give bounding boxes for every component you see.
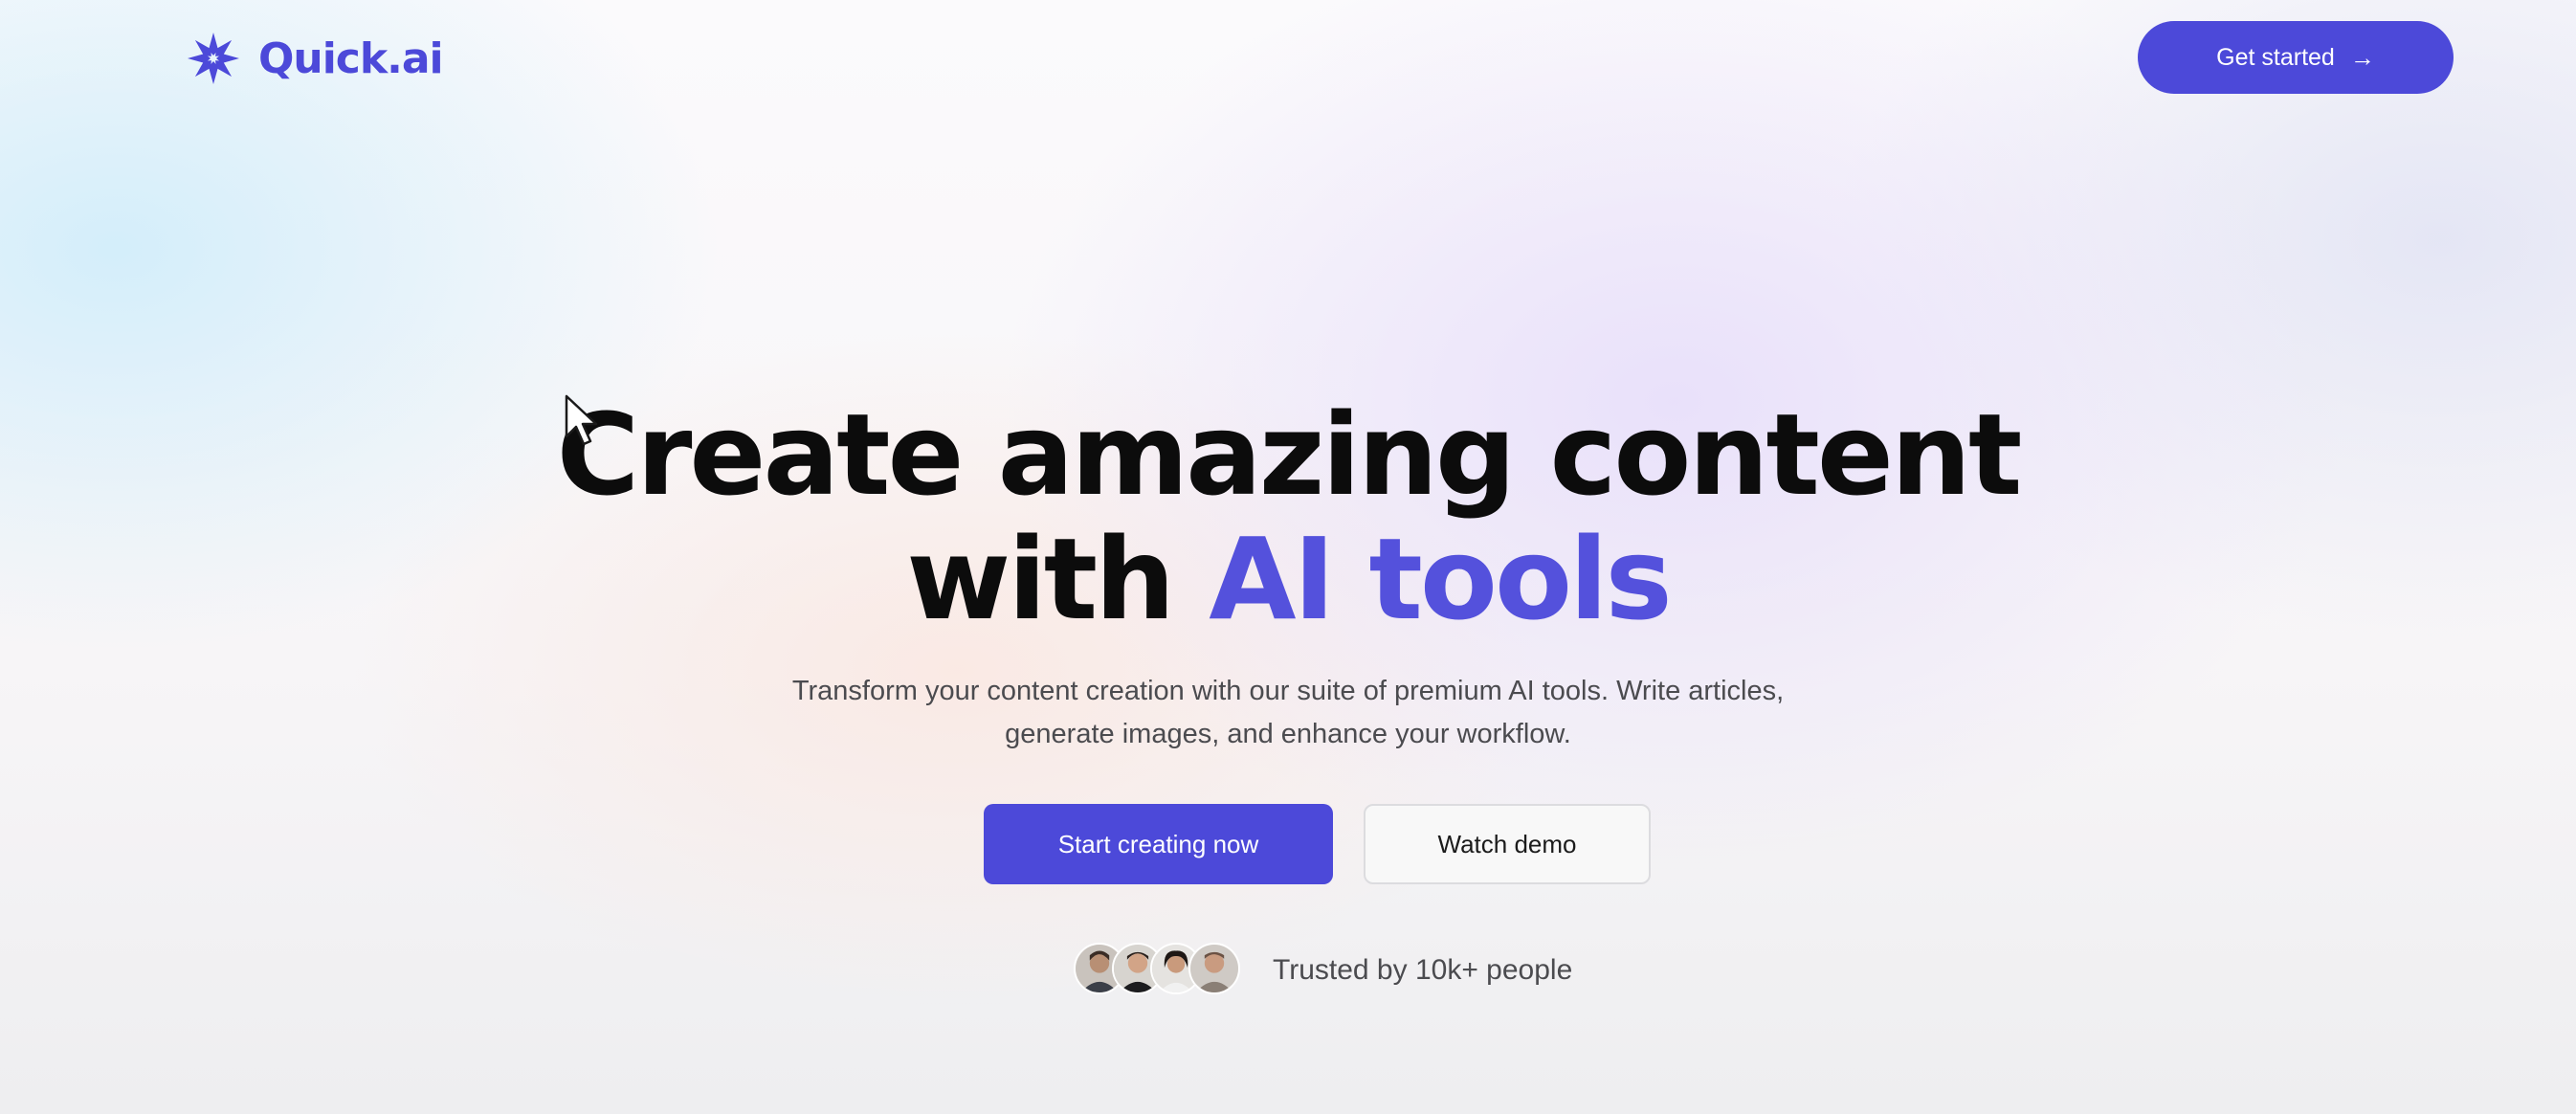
person-icon	[1190, 945, 1238, 992]
snowflake-icon	[188, 33, 239, 84]
logo[interactable]: Quick.ai	[182, 30, 444, 87]
mouse-cursor-icon	[565, 394, 598, 446]
avatar-group	[1074, 943, 1240, 998]
watch-demo-button[interactable]: Watch demo	[1364, 804, 1651, 884]
subtitle-line-2: generate images, and enhance your workfl…	[1005, 719, 1571, 749]
avatar	[1188, 943, 1240, 994]
headline-line-1: Create amazing content	[556, 389, 2023, 521]
get-started-button[interactable]: Get started →	[2138, 21, 2454, 94]
headline-highlight: AI tools	[1209, 513, 1673, 645]
trusted-text: Trusted by 10k+ people	[1273, 954, 1573, 986]
headline-prefix: with	[906, 513, 1175, 645]
arrow-right-icon: →	[2349, 43, 2375, 72]
hero-subtitle: Transform your content creation with our…	[0, 670, 2576, 756]
headline-line-2: with AI tools	[0, 523, 2576, 635]
start-creating-button[interactable]: Start creating now	[984, 804, 1333, 884]
brand-name: Quick.ai	[258, 33, 444, 83]
get-started-label: Get started	[2216, 43, 2335, 71]
subtitle-line-1: Transform your content creation with our…	[791, 676, 1785, 706]
